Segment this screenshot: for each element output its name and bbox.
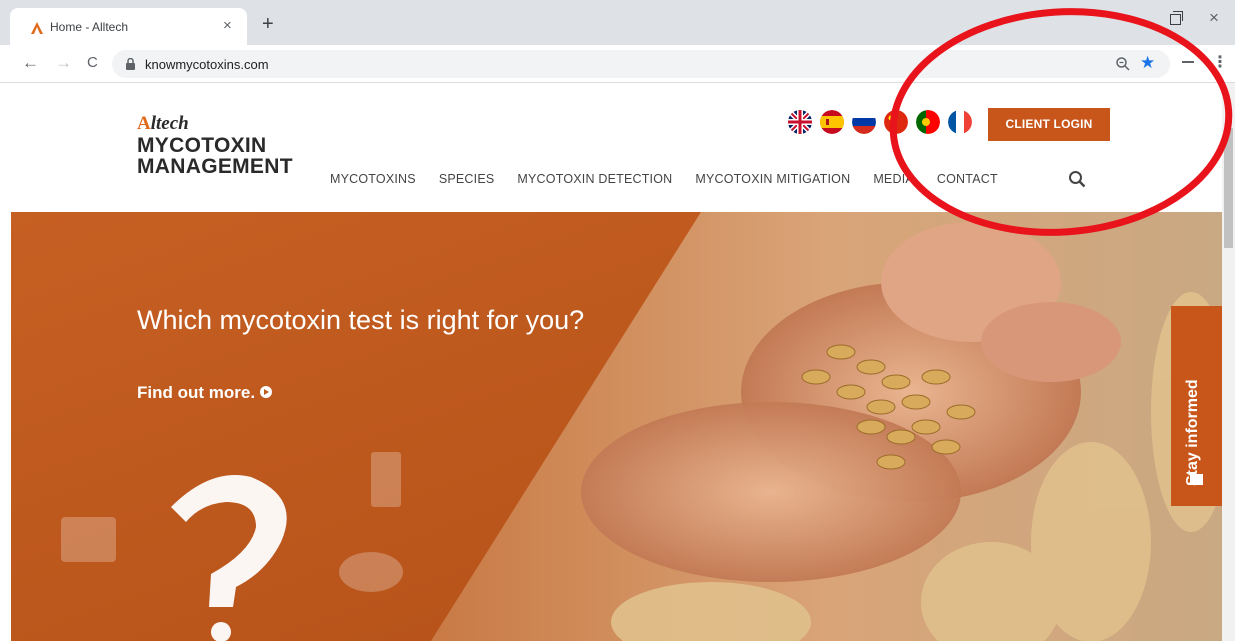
site-logo[interactable]: Altech MYCOTOXIN MANAGEMENT: [137, 113, 293, 177]
tab-title: Home - Alltech: [50, 20, 129, 34]
new-tab-button[interactable]: +: [262, 14, 274, 34]
nav-mycotoxin-mitigation[interactable]: MYCOTOXIN MITIGATION: [695, 172, 850, 186]
nav-species[interactable]: SPECIES: [439, 172, 495, 186]
tab-close-icon[interactable]: ×: [223, 17, 232, 35]
nav-contact[interactable]: CONTACT: [937, 172, 998, 186]
wheat-hands-photo: [11, 212, 1222, 641]
russia-flag-icon[interactable]: [852, 110, 876, 134]
product-line-2: MANAGEMENT: [137, 155, 293, 178]
forward-button[interactable]: →: [55, 54, 72, 72]
web-page: Altech MYCOTOXIN MANAGEMENT CLIENT LOGIN…: [0, 83, 1235, 641]
product-line-1: MYCOTOXIN: [137, 134, 267, 157]
browser-titlebar: Home - Alltech × + ×: [0, 0, 1235, 45]
hero-title: Which mycotoxin test is right for you?: [137, 305, 585, 335]
back-button[interactable]: ←: [22, 54, 39, 72]
lock-icon: [126, 58, 135, 70]
extension-icon[interactable]: [1180, 55, 1196, 71]
france-flag-icon[interactable]: [948, 110, 972, 134]
china-flag-icon[interactable]: [884, 110, 908, 134]
alltech-favicon-icon: [31, 22, 43, 34]
window-restore-icon[interactable]: [1170, 11, 1183, 25]
alltech-brand: Altech: [137, 113, 293, 135]
stay-informed-text: Stay informed: [1184, 379, 1201, 486]
nav-mycotoxins[interactable]: MYCOTOXINS: [330, 172, 416, 186]
uk-flag-icon[interactable]: [788, 110, 812, 134]
zoom-icon[interactable]: [1115, 56, 1131, 72]
main-nav: MYCOTOXINS SPECIES MYCOTOXIN DETECTION M…: [330, 172, 1021, 186]
scroll-thumb[interactable]: [1224, 128, 1233, 248]
brand-mark: A: [137, 113, 151, 134]
address-bar[interactable]: knowmycotoxins.com ★: [112, 50, 1170, 78]
browser-menu-icon[interactable]: ⋮: [1212, 54, 1228, 72]
nav-mycotoxin-detection[interactable]: MYCOTOXIN DETECTION: [517, 172, 672, 186]
brand-name: ltech: [150, 113, 189, 134]
browser-toolbar: ← → C knowmycotoxins.com ★ ⋮: [0, 45, 1235, 83]
window-close-icon[interactable]: ×: [1209, 9, 1219, 27]
nav-media[interactable]: MEDIA: [873, 172, 914, 186]
portugal-flag-icon[interactable]: [916, 110, 940, 134]
hero-banner: Which mycotoxin test is right for you? F…: [11, 212, 1222, 641]
browser-tab[interactable]: Home - Alltech ×: [10, 8, 247, 45]
stay-informed-tab[interactable]: Stay informed: [1171, 306, 1223, 506]
reload-button[interactable]: C: [87, 54, 98, 72]
bookmark-star-icon[interactable]: ★: [1140, 53, 1155, 73]
site-header: Altech MYCOTOXIN MANAGEMENT CLIENT LOGIN…: [0, 83, 1222, 212]
find-out-more-text: Find out more.: [137, 383, 256, 402]
language-flags: [788, 110, 972, 134]
find-out-more-link[interactable]: Find out more.: [137, 383, 273, 403]
url-text: knowmycotoxins.com: [145, 57, 269, 72]
envelope-icon: [1190, 474, 1203, 485]
spain-flag-icon[interactable]: [820, 110, 844, 134]
page-scrollbar[interactable]: [1222, 83, 1235, 641]
search-icon[interactable]: [1068, 170, 1086, 188]
play-circle-icon: [260, 385, 273, 398]
client-login-button[interactable]: CLIENT LOGIN: [988, 108, 1110, 141]
